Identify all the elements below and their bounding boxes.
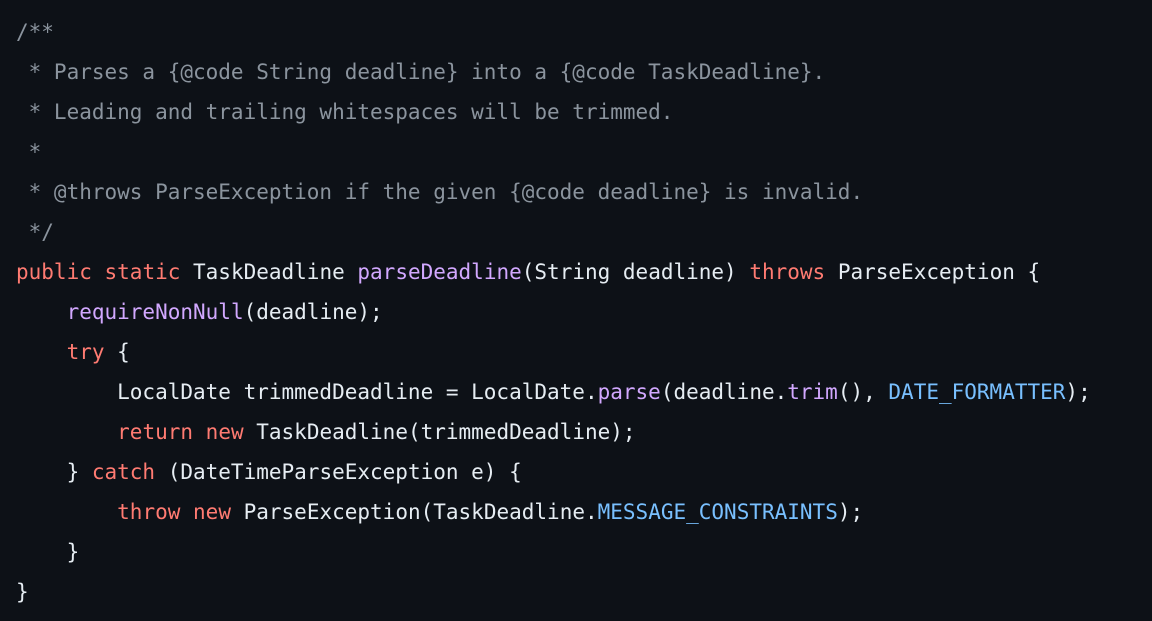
- code-comment: * @throws ParseException if the given {@…: [16, 180, 864, 204]
- code-line: try {: [16, 332, 1152, 372]
- code-text: (DateTimeParseException e) {: [155, 460, 522, 484]
- code-line: requireNonNull(deadline);: [16, 292, 1152, 332]
- code-text: ParseException(TaskDeadline.: [230, 500, 598, 524]
- code-comment: *: [16, 140, 42, 164]
- code-line: }: [16, 532, 1152, 572]
- code-function-name: parseDeadline: [357, 260, 522, 284]
- code-line: throw new ParseException(TaskDeadline.ME…: [16, 492, 1152, 532]
- code-keyword: return: [117, 420, 194, 444]
- code-line: */: [16, 212, 1152, 252]
- code-text: }: [16, 580, 29, 604]
- code-line: *: [16, 132, 1152, 172]
- code-text: {: [104, 340, 130, 364]
- code-line: }: [16, 572, 1152, 612]
- code-block: /** * Parses a {@code String deadline} i…: [0, 0, 1152, 621]
- code-function-name: parse: [597, 380, 661, 404]
- code-text: (),: [837, 380, 889, 404]
- code-function-name: trim: [787, 380, 838, 404]
- code-function-name: requireNonNull: [66, 300, 244, 324]
- code-text: }: [16, 540, 80, 564]
- code-text: LocalDate trimmedDeadline = LocalDate.: [16, 380, 598, 404]
- code-comment: */: [16, 220, 54, 244]
- code-text: );: [837, 500, 864, 524]
- code-keyword: try: [66, 340, 105, 364]
- code-constant: MESSAGE_CONSTRAINTS: [597, 500, 838, 524]
- code-line: * @throws ParseException if the given {@…: [16, 172, 1152, 212]
- code-comment: /**: [16, 20, 54, 44]
- code-text: TaskDeadline(trimmedDeadline);: [243, 420, 636, 444]
- code-text: );: [1065, 380, 1091, 404]
- code-text: ParseException {: [825, 260, 1041, 284]
- code-keyword: throws: [749, 260, 826, 284]
- code-text: (deadline.: [660, 380, 788, 404]
- code-comment: * Parses a {@code String deadline} into …: [16, 60, 826, 84]
- code-keyword: throw: [117, 500, 181, 524]
- code-keyword: new: [193, 500, 231, 524]
- code-text: (String deadline): [521, 260, 750, 284]
- code-text: }: [16, 460, 92, 484]
- code-keyword: public: [16, 260, 92, 284]
- code-keyword: new: [205, 420, 244, 444]
- code-line: public static TaskDeadline parseDeadline…: [16, 252, 1152, 292]
- code-keyword: static: [104, 260, 181, 284]
- code-comment: * Leading and trailing whitespaces will …: [16, 100, 674, 124]
- code-line: return new TaskDeadline(trimmedDeadline)…: [16, 412, 1152, 452]
- code-constant: DATE_FORMATTER: [888, 380, 1066, 404]
- code-line: LocalDate trimmedDeadline = LocalDate.pa…: [16, 372, 1152, 412]
- code-keyword: catch: [91, 460, 156, 484]
- code-line: } catch (DateTimeParseException e) {: [16, 452, 1152, 492]
- code-line: /**: [16, 12, 1152, 52]
- code-text: TaskDeadline: [180, 260, 358, 284]
- code-line: * Parses a {@code String deadline} into …: [16, 52, 1152, 92]
- code-text: (deadline);: [243, 300, 383, 324]
- code-line: * Leading and trailing whitespaces will …: [16, 92, 1152, 132]
